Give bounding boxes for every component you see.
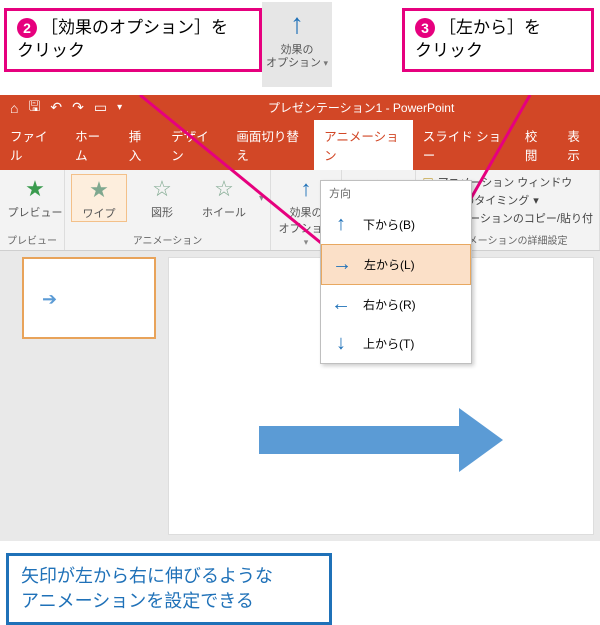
direction-option-label: 右から(R) [363, 296, 416, 313]
title-bar: ⌂ 🖫 ↶ ↷ ▭ ▾ プレゼンテーション1 - PowerPoint [0, 95, 600, 120]
star-icon: ★ [6, 174, 64, 204]
preview-button[interactable]: ★ プレビュー [6, 174, 64, 220]
window-title: プレゼンテーション1 - PowerPoint [132, 99, 600, 116]
callout-2-text-a: ［効果のオプション］を [41, 18, 228, 37]
work-area: 1 ★ ➔ [0, 251, 600, 541]
callout-2-text-b: クリック [17, 41, 85, 60]
tab-画面切り替え[interactable]: 画面切り替え [226, 120, 314, 170]
qat-home-icon[interactable]: ⌂ [10, 100, 18, 116]
callout-2-number: 2 [17, 18, 37, 38]
callout-3-text-a: ［左から］を [439, 18, 541, 37]
explanation-line-1: 矢印が左から右に伸びるような [21, 566, 273, 586]
animation-shape[interactable]: ☆ 図形 [135, 174, 189, 220]
effect-options-button-hero: ↑ 効果のオプション ▾ [262, 2, 332, 87]
callout-3-text-b: クリック [415, 41, 483, 60]
qat-more-icon[interactable]: ▾ [117, 102, 122, 113]
direction-option-label: 左から(L) [364, 256, 415, 273]
slide-thumbnail-1[interactable]: ➔ [22, 257, 156, 339]
explanation-line-2: アニメーションを設定できる [21, 591, 254, 611]
callout-2: 2［効果のオプション］を クリック [4, 8, 262, 72]
qat-undo-icon[interactable]: ↶ [50, 99, 62, 116]
star-outline-icon: ☆ [135, 174, 189, 204]
direction-option-0[interactable]: ↑ 下から(B) [321, 205, 471, 244]
qat-save-icon[interactable]: 🖫 [28, 96, 40, 120]
direction-option-label: 上から(T) [363, 335, 414, 352]
tab-挿入[interactable]: 挿入 [119, 120, 162, 170]
direction-arrow-icon: ↓ [331, 332, 351, 355]
tab-校閲[interactable]: 校閲 [515, 120, 558, 170]
direction-arrow-icon: ↑ [331, 213, 351, 236]
arrow-up-icon: ↑ [262, 8, 332, 40]
tab-アニメーション[interactable]: アニメーション [314, 120, 413, 170]
group-label-animation: アニメーション [71, 231, 264, 248]
powerpoint-window: ⌂ 🖫 ↶ ↷ ▭ ▾ プレゼンテーション1 - PowerPoint ファイル… [0, 95, 600, 541]
star-icon: ★ [72, 175, 126, 205]
direction-option-1[interactable]: → 左から(L) [321, 244, 471, 285]
tab-表示[interactable]: 表示 [557, 120, 600, 170]
animation-wheel[interactable]: ☆ ホイール [197, 174, 251, 220]
tab-スライド ショー[interactable]: スライド ショー [413, 120, 515, 170]
dropdown-header: 方向 [321, 181, 471, 205]
ribbon: ★ プレビュー プレビュー ★ ワイプ ☆ 図形 ☆ ホイール ▾ [0, 170, 600, 251]
effect-options-dropdown: 方向 ↑ 下から(B) → 左から(L) ← 右から(R) ↓ 上から(T) [320, 180, 472, 364]
arrow-right-icon: ➔ [42, 289, 57, 310]
direction-option-3[interactable]: ↓ 上から(T) [321, 324, 471, 363]
qat-slideshow-icon[interactable]: ▭ [94, 99, 107, 116]
gallery-more-icon[interactable]: ▾ [259, 193, 264, 204]
tab-デザイン[interactable]: デザイン [161, 120, 226, 170]
callout-3: 3［左から］を クリック [402, 8, 594, 72]
direction-arrow-icon: ← [331, 293, 351, 316]
direction-option-label: 下から(B) [363, 216, 415, 233]
qat-redo-icon[interactable]: ↷ [72, 99, 84, 116]
tab-ホーム[interactable]: ホーム [65, 120, 119, 170]
group-label-preview: プレビュー [6, 231, 58, 248]
direction-arrow-icon: → [332, 253, 352, 276]
star-outline-icon: ☆ [197, 174, 251, 204]
ribbon-tabs: ファイルホーム挿入デザイン画面切り替えアニメーションスライド ショー校閲表示 [0, 120, 600, 170]
callout-3-number: 3 [415, 18, 435, 38]
animation-wipe[interactable]: ★ ワイプ [71, 174, 127, 222]
arrow-shape[interactable] [259, 408, 503, 472]
tab-ファイル[interactable]: ファイル [0, 120, 65, 170]
slide-thumbnail-pane: 1 ★ ➔ [0, 251, 168, 541]
direction-option-2[interactable]: ← 右から(R) [321, 285, 471, 324]
explanation-callout: 矢印が左から右に伸びるような アニメーションを設定できる [6, 553, 332, 625]
